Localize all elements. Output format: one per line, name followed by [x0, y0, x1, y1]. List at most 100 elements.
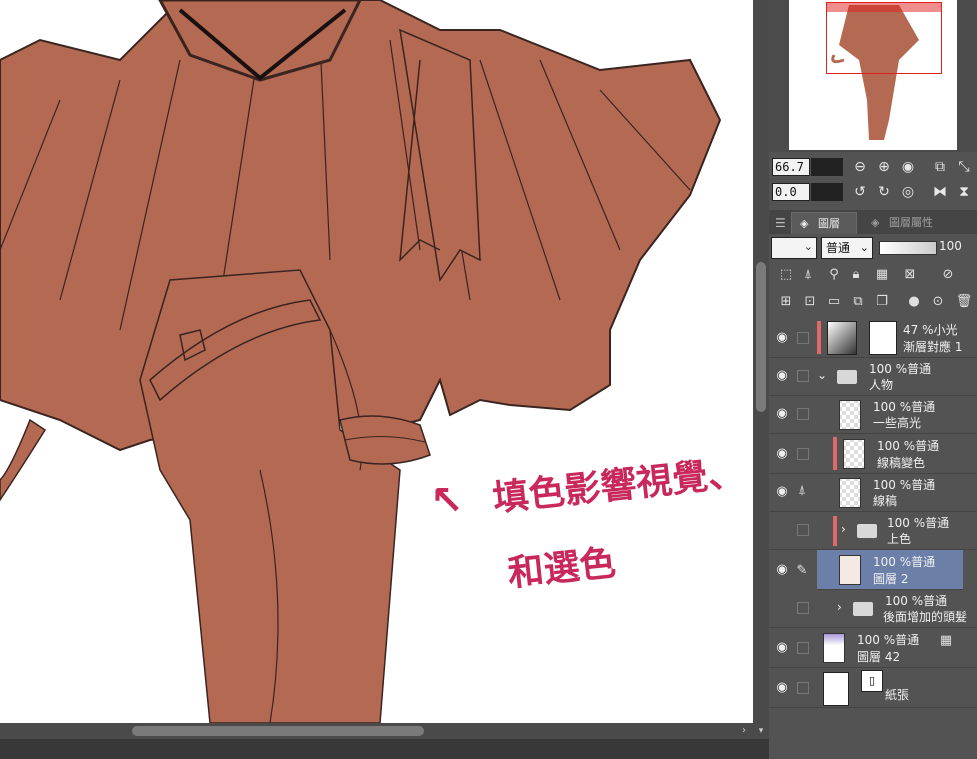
- annotation-arrow: ↖: [430, 478, 464, 524]
- rotate-left-icon[interactable]: ↺: [851, 183, 869, 201]
- ref-layer-icon[interactable]: ⬚: [777, 266, 795, 284]
- layer-name: 上色: [887, 532, 912, 546]
- chevron-down-icon[interactable]: ⌄: [817, 368, 827, 382]
- reference-lighthouse-icon[interactable]: ⍋: [793, 482, 811, 500]
- layer-mode-label: 100 %普通: [873, 400, 936, 414]
- visibility-eye-icon[interactable]: ◉: [772, 640, 792, 655]
- new-vector-layer-icon[interactable]: ⊡: [801, 293, 819, 311]
- add-mask-icon[interactable]: ●: [905, 293, 923, 311]
- lock-transparency-icon[interactable]: ▦: [873, 266, 891, 284]
- layer-row-folder-back-hair[interactable]: › 100 %普通 後面增加的頭髮: [769, 590, 977, 628]
- layer-row-folder-character[interactable]: ◉ ⌄ 100 %普通 人物: [769, 358, 977, 396]
- layer-color-picker[interactable]: ⌄: [771, 237, 817, 259]
- panel-menu-icon[interactable]: ☰: [775, 212, 786, 234]
- opacity-slider[interactable]: [879, 241, 937, 255]
- lock-checkbox[interactable]: [797, 602, 809, 614]
- blend-mode-value: 普通: [826, 241, 851, 255]
- visibility-eye-icon[interactable]: ◉: [772, 368, 792, 383]
- tab-layer-properties[interactable]: ◈ 圖層屬性: [863, 212, 977, 234]
- layer-mask-thumbnail: [869, 321, 897, 355]
- delete-layer-icon[interactable]: 🗑︎: [955, 293, 973, 311]
- tab-layer[interactable]: ◈ 圖層: [791, 212, 857, 234]
- horizontal-scroll-thumb[interactable]: [132, 726, 424, 736]
- layer-name: 漸層對應 1: [903, 340, 963, 354]
- drawing-canvas[interactable]: ↖ 填色影響視覺、 和選色: [0, 0, 753, 723]
- copy-layer-icon[interactable]: ❐: [873, 293, 891, 311]
- layer-row-lineart-recolor[interactable]: ◉ 100 %普通 線稿變色: [769, 434, 977, 474]
- fit-screen-icon[interactable]: ◉: [899, 158, 917, 176]
- layer-row-gradient-map[interactable]: ◉ 47 %小光 漸層對應 1: [769, 318, 977, 358]
- reset-rotation-icon[interactable]: ◎: [899, 183, 917, 201]
- navigator-panel: [769, 0, 977, 152]
- navigator-preview[interactable]: [789, 0, 957, 150]
- merge-down-icon[interactable]: ⧉: [849, 293, 867, 311]
- apply-mask-icon[interactable]: ⊙: [929, 293, 947, 311]
- new-folder-icon[interactable]: ▭: [825, 293, 843, 311]
- horizontal-scrollbar[interactable]: ›: [0, 723, 753, 739]
- status-bar: [0, 739, 769, 759]
- vertical-scrollbar[interactable]: ▾: [753, 0, 769, 739]
- tab-props-label: 圖層屬性: [889, 216, 933, 229]
- paper-layer-icon: ▯: [861, 670, 883, 692]
- layer-row-layer-42[interactable]: ◉ 100 %普通 圖層 42 ▦: [769, 628, 977, 668]
- layer-thumbnail: [843, 439, 865, 469]
- chevron-right-icon[interactable]: ›: [841, 522, 846, 536]
- mask-icon[interactable]: ⊠: [901, 266, 919, 284]
- layer-name: 線稿變色: [877, 456, 926, 470]
- layer-mode-label: 100 %普通: [873, 478, 936, 492]
- visibility-eye-icon[interactable]: ◉: [772, 406, 792, 421]
- lock-checkbox[interactable]: [797, 682, 809, 694]
- folder-icon: [857, 524, 877, 538]
- layer-name: 紙張: [885, 688, 910, 702]
- layer-row-highlights[interactable]: ◉ 100 %普通 一些高光: [769, 396, 977, 434]
- layer-thumbnail: [839, 555, 861, 585]
- zoom-in-icon[interactable]: ⊕: [875, 158, 893, 176]
- layer-toolrow-1: ⬚ ⍋ ⚲ 🔒︎ ▦ ⊠ ⊘: [769, 262, 977, 288]
- flip-vertical-icon[interactable]: ⧗: [955, 183, 973, 201]
- visibility-eye-icon[interactable]: ◉: [772, 446, 792, 461]
- layer-name: 線稿: [873, 494, 898, 508]
- visibility-eye-icon[interactable]: ◉: [772, 484, 792, 499]
- artwork-illustration: [0, 0, 722, 723]
- rotation-value[interactable]: 0.0: [772, 183, 810, 201]
- fit-window-icon[interactable]: ⧉: [931, 158, 949, 176]
- zoom-value[interactable]: 66.7: [772, 158, 810, 176]
- visibility-eye-icon[interactable]: ◉: [772, 680, 792, 695]
- vertical-scroll-thumb[interactable]: [756, 262, 766, 412]
- layer-row-lineart[interactable]: ◉ ⍋ 100 %普通 線稿: [769, 474, 977, 512]
- layer-name: 一些高光: [873, 416, 922, 430]
- gradient-map-thumbnail: [827, 321, 857, 355]
- rotate-row: 0.0 ↺ ↻ ◎ ⧓ ⧗: [769, 181, 977, 205]
- scroll-right-icon[interactable]: ›: [737, 723, 751, 739]
- layer-name: 圖層 2: [873, 572, 909, 586]
- layer-row-paper[interactable]: ◉ ▯ 紙張: [769, 668, 977, 708]
- actual-size-icon[interactable]: ⤡: [955, 158, 973, 176]
- lock-checkbox[interactable]: [797, 408, 809, 420]
- scroll-down-icon[interactable]: ▾: [753, 723, 769, 739]
- navigator-view-rect[interactable]: [826, 2, 942, 74]
- zoom-out-icon[interactable]: ⊖: [851, 158, 869, 176]
- lock-checkbox[interactable]: [797, 642, 809, 654]
- opacity-value[interactable]: 100: [939, 239, 962, 253]
- chevron-right-icon[interactable]: ›: [837, 600, 842, 614]
- layer-mode-label: 47 %小光: [903, 323, 958, 337]
- visibility-eye-icon[interactable]: ◉: [772, 562, 792, 577]
- new-raster-layer-icon[interactable]: ⊞: [777, 293, 795, 311]
- layer-row-folder-coloring[interactable]: › 100 %普通 上色: [769, 512, 977, 550]
- layers-icon: ◈: [800, 217, 809, 230]
- clip-icon[interactable]: ⚲: [825, 266, 843, 284]
- lock-checkbox[interactable]: [797, 448, 809, 460]
- flip-horizontal-icon[interactable]: ⧓: [931, 183, 949, 201]
- lock-checkbox[interactable]: [797, 370, 809, 382]
- layer-row-layer-2[interactable]: 100 %普通 圖層 2: [817, 550, 963, 590]
- rotate-right-icon[interactable]: ↻: [875, 183, 893, 201]
- mask-toggle-icon[interactable]: ⊘: [939, 266, 957, 284]
- lighthouse-icon[interactable]: ⍋: [799, 266, 817, 284]
- lock-icon[interactable]: 🔒︎: [847, 266, 865, 284]
- blend-mode-select[interactable]: 普通 ⌄: [821, 237, 873, 259]
- lock-checkbox[interactable]: [797, 524, 809, 536]
- visibility-eye-icon[interactable]: ◉: [772, 330, 792, 345]
- zoom-slider[interactable]: [811, 158, 843, 176]
- rotation-slider[interactable]: [811, 183, 843, 201]
- lock-checkbox[interactable]: [797, 332, 809, 344]
